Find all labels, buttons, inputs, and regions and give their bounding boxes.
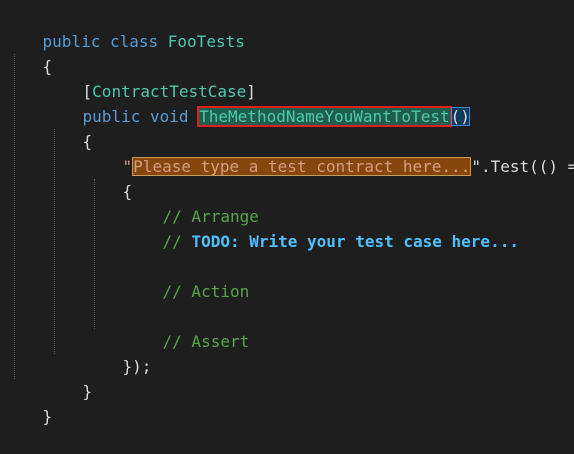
class-name: FooTests — [167, 32, 245, 51]
todo-keyword: TODO: — [191, 232, 240, 251]
code-line-class-declaration[interactable]: public class FooTests — [4, 4, 245, 51]
code-line-todo[interactable]: // TODO: Write your test case here... — [124, 204, 519, 251]
code-line-class-close-brace[interactable]: } — [4, 379, 53, 426]
contract-placeholder-snippet-field[interactable]: Please type a test contract here... — [132, 157, 472, 176]
todo-text: Write your test case here... — [239, 232, 519, 251]
code-line-comment-arrange[interactable]: // Arrange — [124, 179, 259, 226]
code-line-contract[interactable]: "Please type a test contract here...".Te… — [84, 129, 574, 176]
code-line-method-open-brace[interactable]: { — [44, 104, 93, 151]
code-line-lambda-open-brace[interactable]: { — [84, 154, 133, 201]
code-line-method-close-brace[interactable]: } — [44, 354, 93, 401]
comment-prefix: // — [162, 232, 192, 251]
keyword-void: void — [149, 107, 189, 126]
code-line-comment-action[interactable]: // Action — [124, 254, 250, 301]
brace: } — [82, 382, 93, 401]
test-call: ".Test(() => — [471, 157, 574, 176]
brace: } — [42, 407, 53, 426]
code-line-open-brace[interactable]: { — [4, 29, 53, 76]
comment-action: // Action — [162, 282, 250, 301]
lambda-close: }); — [122, 357, 152, 376]
comment-assert: // Assert — [162, 332, 250, 351]
keyword-class: class — [109, 32, 159, 51]
code-line-comment-assert[interactable]: // Assert — [124, 304, 250, 351]
method-parens: () — [450, 107, 470, 126]
code-line-lambda-close[interactable]: }); — [84, 329, 152, 376]
code-line-attribute[interactable]: [ContractTestCase] — [44, 54, 256, 101]
code-line-method-declaration[interactable]: public void TheMethodNameYouWantToTest() — [44, 79, 470, 127]
code-editor[interactable]: public class FooTests { [ContractTestCas… — [0, 0, 574, 426]
method-name-snippet-field[interactable]: TheMethodNameYouWantToTest — [197, 106, 452, 127]
